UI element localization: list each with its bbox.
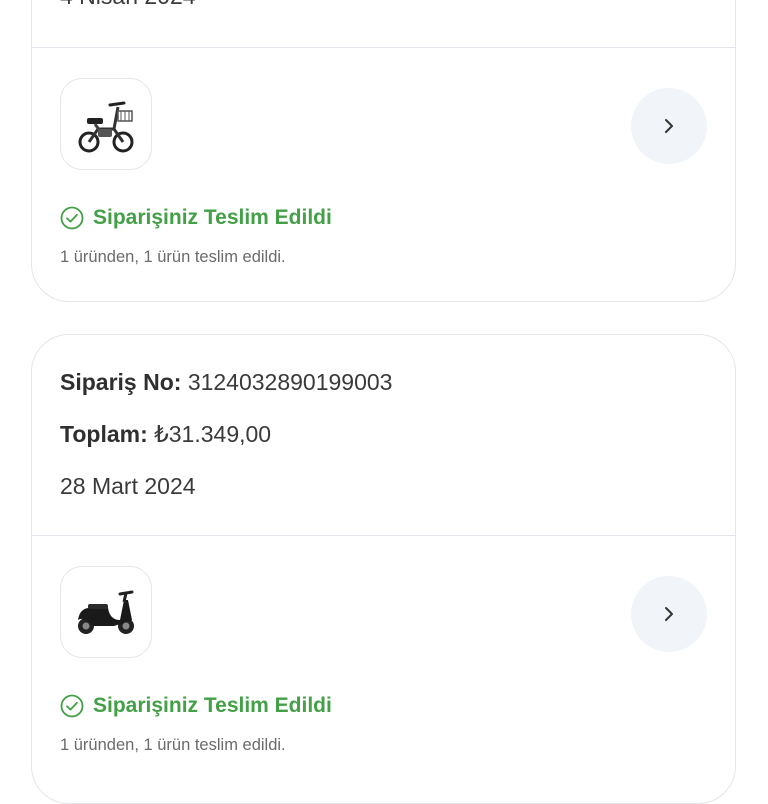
order-number: 3124032890199003	[187, 369, 393, 395]
order-date: 4 Nisan 2024	[60, 0, 196, 10]
order-number-label: Sipariş No:	[60, 369, 182, 395]
order-number-row: Sipariş No: 3124032890199003	[60, 369, 392, 396]
delivery-status: Siparişiniz Teslim Edildi	[60, 694, 332, 718]
delivery-status-text: Siparişiniz Teslim Edildi	[93, 206, 332, 229]
delivery-status-text: Siparişiniz Teslim Edildi	[93, 694, 332, 717]
electric-scooter-image	[78, 590, 134, 634]
product-thumbnail[interactable]	[60, 566, 152, 658]
order-item: Siparişiniz Teslim Edildi 1 üründen, 1 ü…	[32, 536, 735, 796]
order-detail-button[interactable]	[631, 88, 707, 164]
delivery-summary: 1 üründen, 1 ürün teslim edildi.	[60, 248, 286, 266]
chevron-right-icon	[665, 607, 673, 621]
order-detail-button[interactable]	[631, 576, 707, 652]
delivery-status: Siparişiniz Teslim Edildi	[60, 206, 332, 230]
order-header: Sipariş No: 3124032890199003 Toplam: ₺31…	[32, 335, 735, 536]
order-total: ₺31.349,00	[154, 421, 272, 447]
order-date: 28 Mart 2024	[60, 473, 196, 499]
order-card: Sipariş No: 3124032890199003 Toplam: ₺31…	[31, 334, 736, 804]
delivery-summary: 1 üründen, 1 ürün teslim edildi.	[60, 736, 286, 754]
check-circle-icon	[60, 206, 84, 230]
check-circle-icon	[60, 694, 84, 718]
electric-bicycle-image	[78, 101, 134, 153]
order-header: 4 Nisan 2024	[32, 0, 735, 48]
chevron-right-icon	[665, 119, 673, 133]
order-total-row: Toplam: ₺31.349,00	[60, 421, 271, 448]
order-total-label: Toplam:	[60, 421, 148, 447]
order-item: Siparişiniz Teslim Edildi 1 üründen, 1 ü…	[32, 48, 735, 301]
order-card: 4 Nisan 2024	[31, 0, 736, 302]
product-thumbnail[interactable]	[60, 78, 152, 170]
